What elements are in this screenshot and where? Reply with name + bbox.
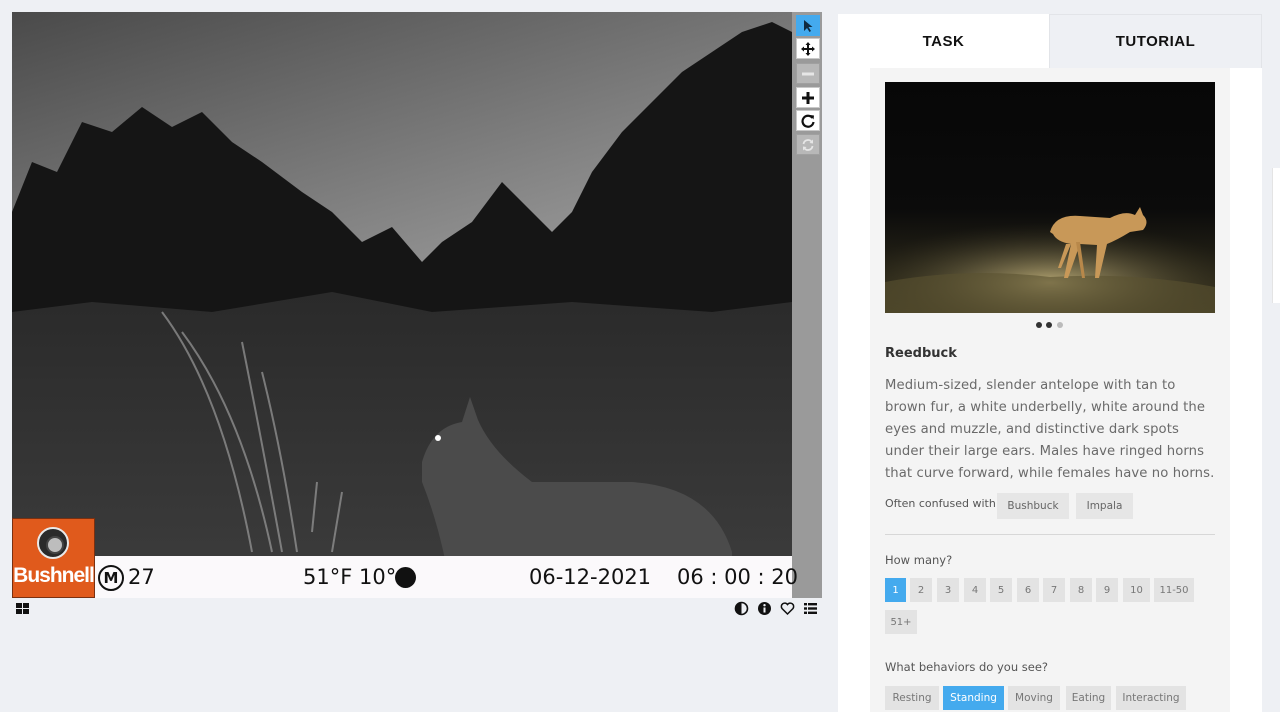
- reset-tool[interactable]: [796, 134, 820, 155]
- carousel-dot-2[interactable]: [1046, 322, 1052, 328]
- count-option-3[interactable]: 3: [937, 578, 959, 602]
- count-option-5[interactable]: 5: [990, 578, 1012, 602]
- camera-trap-photo[interactable]: [12, 12, 792, 598]
- contrast-icon: [734, 601, 748, 615]
- count-option-7[interactable]: 7: [1043, 578, 1065, 602]
- carousel-dot-3[interactable]: [1057, 322, 1063, 328]
- count-option-2[interactable]: 2: [910, 578, 932, 602]
- capture-date: 06-12-2021: [529, 565, 652, 589]
- species-example-image: [885, 82, 1215, 313]
- behaviors-label: What behaviors do you see?: [885, 660, 1049, 674]
- info-button[interactable]: [756, 600, 772, 616]
- tab-task[interactable]: TASK: [838, 14, 1049, 68]
- plus-icon: [802, 91, 814, 104]
- behavior-moving[interactable]: Moving: [1008, 686, 1060, 710]
- grid-view-button[interactable]: [14, 600, 30, 616]
- count-option-8[interactable]: 8: [1070, 578, 1092, 602]
- grid-icon: [15, 602, 29, 614]
- frame-number: 27: [128, 565, 155, 589]
- capture-time: 06 : 00 : 20: [677, 565, 799, 589]
- collection-button[interactable]: [802, 600, 818, 616]
- count-option-1[interactable]: 1: [885, 578, 906, 602]
- bushnell-seal-icon: [37, 527, 69, 559]
- minus-icon: [802, 72, 814, 75]
- count-option-9[interactable]: 9: [1096, 578, 1118, 602]
- arrow-cursor-icon: [804, 19, 813, 32]
- count-option-11-50[interactable]: 11-50: [1154, 578, 1194, 602]
- carousel-dot-1[interactable]: [1036, 322, 1042, 328]
- species-description: Medium-sized, slender antelope with tan …: [885, 378, 1215, 481]
- refresh-icon: [802, 138, 814, 151]
- count-option-4[interactable]: 4: [964, 578, 986, 602]
- move-arrows-icon: [801, 41, 815, 56]
- bushnell-logo: Bushnell: [12, 518, 95, 598]
- moon-phase-icon: [395, 567, 416, 588]
- camera-trap-image-viewer[interactable]: [12, 12, 792, 598]
- count-option-51-plus[interactable]: 51+: [885, 610, 917, 634]
- behavior-interacting[interactable]: Interacting: [1116, 686, 1186, 710]
- section-divider: [885, 534, 1215, 535]
- info-icon: [757, 601, 771, 615]
- behavior-eating[interactable]: Eating: [1066, 686, 1111, 710]
- list-icon: [803, 602, 817, 614]
- side-drawer-edge: [1272, 168, 1280, 303]
- contrast-button[interactable]: [733, 600, 749, 616]
- rotate-icon: [801, 114, 815, 128]
- how-many-label: How many?: [885, 553, 953, 567]
- heart-icon: [780, 601, 794, 615]
- pan-tool[interactable]: [796, 38, 820, 59]
- zoom-out-tool[interactable]: [796, 63, 820, 84]
- count-option-10[interactable]: 10: [1123, 578, 1150, 602]
- species-name: Reedbuck: [885, 346, 957, 361]
- confused-chip-bushbuck[interactable]: Bushbuck: [997, 493, 1069, 519]
- task-tabs: TASK TUTORIAL: [838, 14, 1262, 68]
- rotate-tool[interactable]: [796, 110, 820, 131]
- bushnell-wordmark: Bushnell: [13, 564, 95, 587]
- confused-with-label: Often confused with: [885, 497, 996, 510]
- moon-mode-badge: M: [98, 565, 124, 591]
- confused-chip-impala[interactable]: Impala: [1076, 493, 1133, 519]
- favorite-button[interactable]: [779, 600, 795, 616]
- behavior-standing[interactable]: Standing: [943, 686, 1004, 710]
- behavior-resting[interactable]: Resting: [885, 686, 939, 710]
- count-option-6[interactable]: 6: [1017, 578, 1039, 602]
- pointer-tool[interactable]: [796, 15, 820, 36]
- zoom-in-tool[interactable]: [796, 87, 820, 108]
- tab-tutorial[interactable]: TUTORIAL: [1049, 14, 1262, 68]
